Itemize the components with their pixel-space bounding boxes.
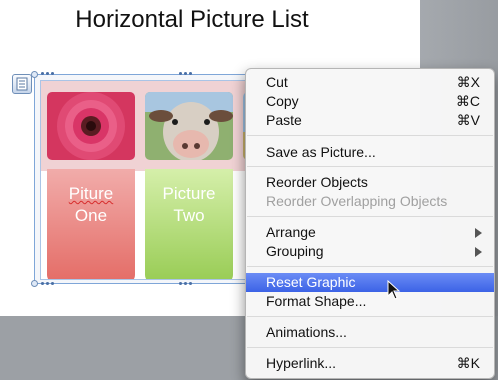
menu-separator [247,216,493,217]
cow-image-icon [145,92,233,160]
smartart-graphic[interactable]: Piture One Picture Two [31,71,250,287]
corner-handle-top-left[interactable] [31,71,38,78]
menu-item-format-shape[interactable]: Format Shape... [246,292,494,311]
picture-cow[interactable] [145,92,233,160]
menu-item-arrange[interactable]: Arrange [246,223,494,242]
submenu-arrow-icon [475,247,482,257]
menu-item-cut[interactable]: Cut ⌘X [246,73,494,92]
menu-separator [247,135,493,136]
menu-separator [247,347,493,348]
corner-handle-bottom-left[interactable] [31,280,38,287]
menu-item-grouping[interactable]: Grouping [246,242,494,261]
card-title-line2[interactable]: One [47,205,135,227]
submenu-arrow-icon [475,228,482,238]
menu-item-paste[interactable]: Paste ⌘V [246,111,494,130]
smartart-content[interactable]: Piture One Picture Two [40,80,250,280]
resize-handle-top-left[interactable] [41,72,55,76]
card-title-line1[interactable]: Piture [47,183,135,205]
mouse-pointer-icon [387,280,401,300]
menu-item-reset-graphic[interactable]: Reset Graphic [246,273,494,292]
menu-item-animations[interactable]: Animations... [246,323,494,342]
menu-item-reorder-overlapping: Reorder Overlapping Objects [266,193,448,209]
menu-separator [247,166,493,167]
picture-flower[interactable] [47,92,135,160]
card-title-line2[interactable]: Two [145,205,233,227]
smartart-text-pane-icon[interactable] [12,74,32,94]
menu-item-hyperlink[interactable]: Hyperlink... ⌘K [246,354,494,373]
resize-handle-bottom-left[interactable] [41,282,55,286]
resize-handle-top[interactable] [179,72,193,76]
menu-separator [247,266,493,267]
card-picture-one[interactable]: Piture One [47,169,135,279]
menu-item-reorder-objects[interactable]: Reorder Objects [246,173,494,192]
flower-image-icon [47,92,135,160]
menu-item-save-as-picture[interactable]: Save as Picture... [246,143,494,162]
card-picture-two[interactable]: Picture Two [145,169,233,279]
context-menu[interactable]: Cut ⌘X Copy ⌘C Paste ⌘V Save as Picture.… [245,68,495,379]
slide-title[interactable]: Horizontal Picture List [0,6,384,34]
menu-item-copy[interactable]: Copy ⌘C [246,92,494,111]
card-title-line1[interactable]: Picture [145,183,233,205]
menu-separator [247,316,493,317]
resize-handle-bottom[interactable] [179,282,193,286]
